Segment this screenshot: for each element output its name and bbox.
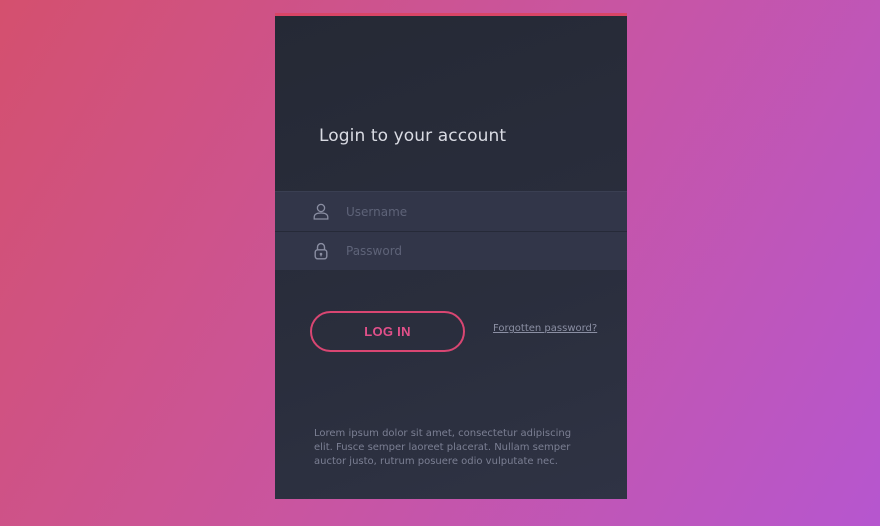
username-row [275, 192, 627, 231]
password-row [275, 231, 627, 270]
username-input[interactable] [346, 204, 596, 219]
password-input[interactable] [346, 244, 596, 258]
page-background: { "login_card": { "title": "Login to you… [0, 0, 880, 526]
login-card: Login to your account LOG [275, 13, 627, 499]
footer-text: Lorem ipsum dolor sit amet, consectetur … [314, 428, 572, 467]
login-fields [275, 191, 627, 270]
forgot-password-link[interactable]: Forgotten password? [493, 323, 597, 334]
lock-icon [313, 242, 329, 260]
user-icon [313, 203, 329, 221]
login-title: Login to your account [319, 126, 507, 146]
login-button[interactable]: LOG IN [310, 311, 465, 352]
